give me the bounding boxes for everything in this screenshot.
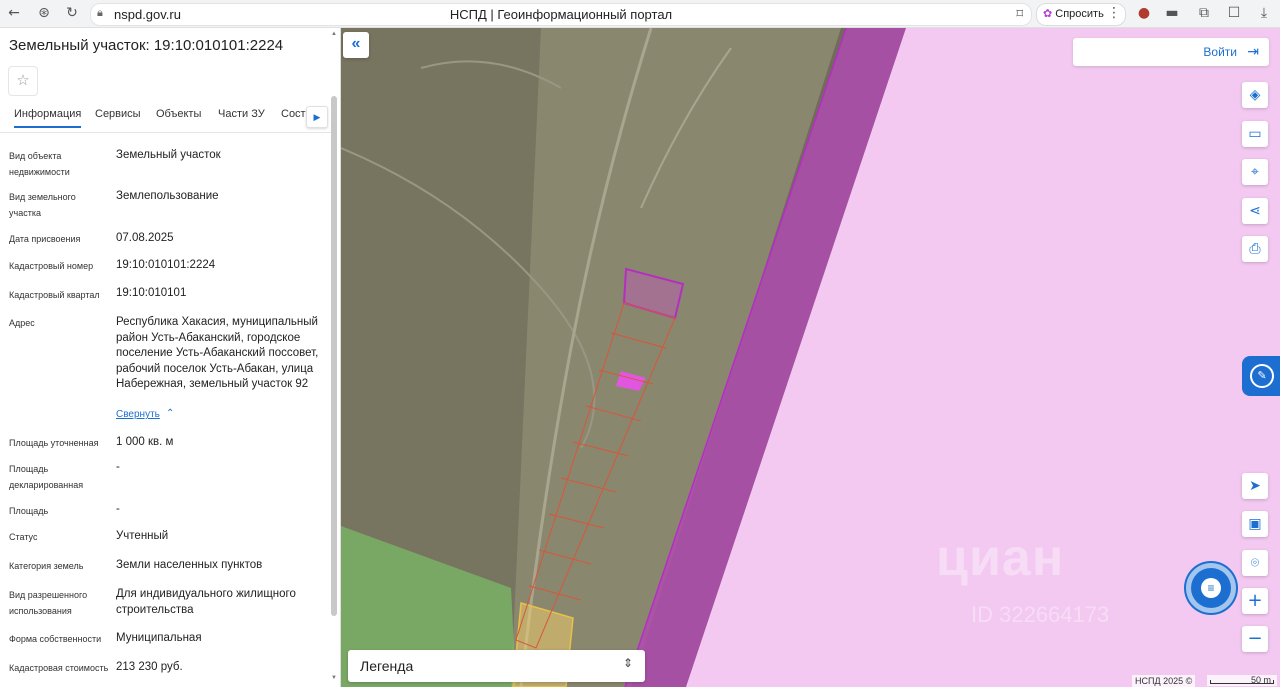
label-cadastral-quarter: Кадастровый квартал [9, 290, 100, 300]
label-cadastral-number: Кадастровый номер [9, 261, 94, 271]
label-permitted-use: Вид разрешенного использования [9, 590, 88, 616]
scale-bar: 50 m [1207, 675, 1277, 686]
scroll-down-icon[interactable]: ▼ [331, 675, 337, 681]
value-cadastral-quarter: 19:10:010101 [116, 287, 187, 299]
value-permitted-use: Для индивидуального жилищного строительс… [116, 588, 296, 616]
zoom-in-icon[interactable]: + [1242, 588, 1268, 614]
tab-parts[interactable]: Части ЗУ [218, 108, 265, 120]
share-icon[interactable]: ⋖ [1242, 198, 1268, 224]
value-land-type: Землепользование [116, 190, 219, 202]
page-tab-title: НСПД | Геоинформационный портал [449, 7, 673, 22]
extension-icon[interactable]: ● [1136, 5, 1152, 21]
scale-label: 50 m [1250, 675, 1271, 685]
value-cadastral-cost: 213 230 руб. [116, 661, 183, 673]
chat-button[interactable]: ≡ [1191, 568, 1231, 608]
favorite-star-icon[interactable]: ☆ [8, 66, 38, 96]
tab-information[interactable]: Информация [14, 108, 82, 128]
login-arrow-icon: ⇥ [1247, 43, 1259, 59]
scrollbar-thumb[interactable] [331, 96, 337, 616]
scroll-up-icon[interactable]: ▲ [331, 31, 337, 37]
ask-icon: ✿ [1043, 8, 1053, 20]
legend-label: Легенда [360, 658, 414, 674]
address-bar[interactable]: 🔒︎ nspd.gov.ru НСПД | Геоинформационный … [90, 3, 1032, 26]
hat-icon[interactable]: ▬ [1164, 5, 1180, 21]
puzzle-icon[interactable]: ⧉ [1196, 5, 1212, 21]
chevron-up-icon[interactable]: ⌃ [166, 408, 174, 419]
value-assignment-date: 07.08.2025 [116, 232, 174, 244]
download-icon[interactable]: ⤓ [1256, 5, 1272, 21]
label-status: Статус [9, 532, 38, 542]
label-area: Площадь [9, 506, 49, 516]
value-area: - [116, 503, 120, 515]
tab-objects[interactable]: Объекты [156, 108, 201, 120]
watermark: циан [936, 529, 1065, 587]
value-cadastral-number: 19:10:010101:2224 [116, 259, 216, 271]
label-area-refined: Площадь уточненная [9, 438, 99, 448]
legend-dropdown[interactable]: Легенда ⇕ [348, 650, 645, 682]
page-title: Земельный участок: 19:10:010101:2224 [9, 37, 284, 54]
print-icon[interactable]: ⎙ [1242, 236, 1268, 262]
more-icon[interactable]: ⋮ [1106, 5, 1122, 21]
label-assignment-date: Дата присвоения [9, 234, 81, 244]
tab-services[interactable]: Сервисы [95, 108, 141, 120]
value-ownership: Муниципальная [116, 632, 202, 644]
satellite-imagery [341, 28, 1280, 687]
label-land-category: Категория земель [9, 561, 84, 571]
locate-icon[interactable]: ➤ [1242, 473, 1268, 499]
copyright: НСПД 2025 © [1132, 675, 1196, 687]
label-cadastral-cost: Кадастровая стоимость [9, 663, 109, 673]
label-area-declared: Площадь декларированная [9, 464, 84, 490]
value-address: Республика Хакасия, муниципальный район … [116, 316, 319, 390]
tab-bar: Информация Сервисы Объекты Части ЗУ Сост… [0, 106, 332, 133]
info-panel: Земельный участок: 19:10:010101:2224 ☆ И… [0, 28, 341, 687]
map-view[interactable]: « Войти ⇥ ◈ ▭ ⌖ ⋖ ⎙ ✎ ➤ ▣ ⌾ + − циан ID … [341, 28, 1280, 687]
label-land-type: Вид земельного участка [9, 192, 76, 218]
browser-toolbar: ← ⊛ ↻ 🔒︎ nspd.gov.ru НСПД | Геоинформаци… [0, 0, 1280, 28]
profile-icon[interactable]: ☐ [1226, 5, 1242, 21]
value-area-declared: - [116, 461, 120, 473]
feedback-tab[interactable]: ✎ [1242, 356, 1280, 396]
collapse-link[interactable]: Свернуть [116, 409, 160, 420]
pin-icon[interactable]: ⌾ [1242, 550, 1268, 576]
value-area-refined: 1 000 кв. м [116, 436, 174, 448]
watermark-id: ID 322664173 [971, 602, 1110, 627]
label-object-type: Вид объекта недвижимости [9, 151, 70, 177]
bookmark-icon[interactable]: ⌑ [1016, 6, 1023, 22]
ask-button-label: Спросить [1055, 8, 1104, 20]
feedback-icon: ✎ [1250, 364, 1274, 388]
reload-icon[interactable]: ↻ [64, 5, 80, 21]
layers-icon[interactable]: ◈ [1242, 82, 1268, 108]
chevron-updown-icon: ⇕ [622, 656, 633, 670]
back-arrow-icon[interactable]: ← [6, 5, 22, 21]
value-object-type: Земельный участок [116, 149, 221, 161]
chat-icon: ≡ [1201, 578, 1221, 598]
ruler-icon[interactable]: ▭ [1242, 121, 1268, 147]
value-land-category: Земли населенных пунктов [116, 559, 263, 571]
login-label: Войти [1203, 45, 1237, 59]
value-status: Учтенный [116, 530, 169, 542]
shield-icon[interactable]: ⊛ [36, 5, 52, 21]
zoom-out-icon[interactable]: − [1242, 626, 1268, 652]
label-address: Адрес [9, 318, 35, 328]
collapse-panel-icon[interactable]: « [343, 32, 369, 58]
login-button[interactable]: Войти ⇥ [1073, 38, 1269, 66]
tabs-next-icon[interactable]: ▶ [306, 106, 328, 128]
minimap-icon[interactable]: ▣ [1242, 511, 1268, 537]
select-area-icon[interactable]: ⌖ [1242, 159, 1268, 185]
label-ownership: Форма собственности [9, 634, 102, 644]
